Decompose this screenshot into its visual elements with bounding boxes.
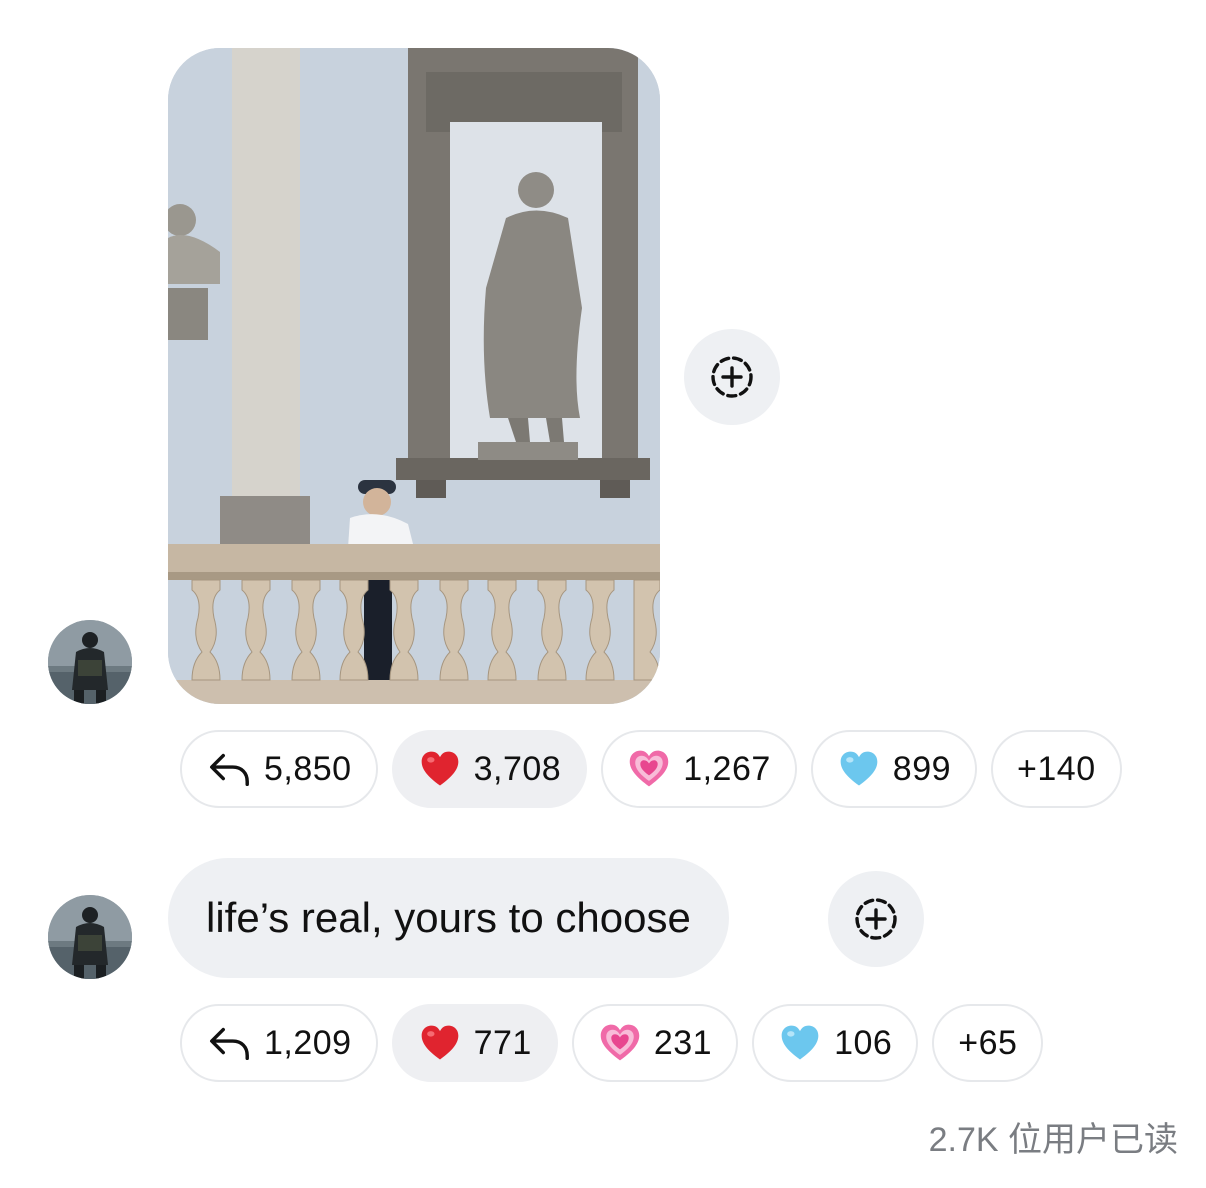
reply-button[interactable]: 5,850 — [180, 730, 378, 808]
photo-scene — [168, 48, 660, 704]
reaction-count: 1,267 — [683, 749, 771, 788]
light-blue-heart-icon — [837, 747, 881, 791]
add-reaction-button[interactable] — [828, 871, 924, 967]
more-reactions-count: +65 — [958, 1023, 1018, 1062]
reaction-count: 231 — [653, 1023, 713, 1062]
seen-by-label: 2.7K 位用户已读 — [928, 1121, 1178, 1159]
sender-avatar[interactable] — [48, 620, 132, 704]
reaction-pink-heart[interactable]: 231 — [571, 1004, 739, 1082]
reaction-count: 771 — [473, 1023, 532, 1062]
reaction-bar: 5,850 3,708 1,267 899 +140 — [180, 730, 1122, 808]
reaction-count: 3,708 — [473, 749, 562, 788]
sender-avatar[interactable] — [48, 895, 132, 979]
reply-icon — [206, 1020, 252, 1066]
reply-count: 1,209 — [264, 1023, 352, 1062]
light-blue-heart-icon — [778, 1021, 822, 1065]
reaction-bar: 1,209 771 231 106 +65 — [180, 1004, 1044, 1082]
reaction-pink-heart[interactable]: 1,267 — [601, 730, 797, 808]
reply-count: 5,850 — [264, 749, 352, 788]
pink-sparkling-heart-icon — [598, 1021, 642, 1065]
reaction-red-heart[interactable]: 771 — [391, 1004, 558, 1082]
add-reaction-icon — [852, 895, 900, 943]
add-reaction-icon — [708, 353, 756, 401]
reaction-blue-heart[interactable]: 899 — [810, 730, 978, 808]
red-heart-icon — [418, 1021, 462, 1065]
more-reactions-button[interactable]: +65 — [932, 1004, 1044, 1082]
reaction-count: 106 — [834, 1023, 893, 1062]
reaction-blue-heart[interactable]: 106 — [752, 1004, 919, 1082]
reaction-red-heart[interactable]: 3,708 — [391, 730, 588, 808]
more-reactions-count: +140 — [1017, 749, 1096, 788]
message-bubble[interactable]: life’s real, yours to choose — [168, 858, 729, 978]
reaction-count: 899 — [892, 749, 952, 788]
chat-thread: 5,850 3,708 1,267 899 +140 life’s real, … — [0, 0, 1206, 1188]
reply-icon — [206, 746, 252, 792]
reply-button[interactable]: 1,209 — [180, 1004, 378, 1082]
message-text: life’s real, yours to choose — [206, 894, 691, 941]
message-photo[interactable] — [168, 48, 660, 704]
more-reactions-button[interactable]: +140 — [991, 730, 1122, 808]
red-heart-icon — [418, 747, 462, 791]
add-reaction-button[interactable] — [684, 329, 780, 425]
pink-sparkling-heart-icon — [627, 747, 671, 791]
